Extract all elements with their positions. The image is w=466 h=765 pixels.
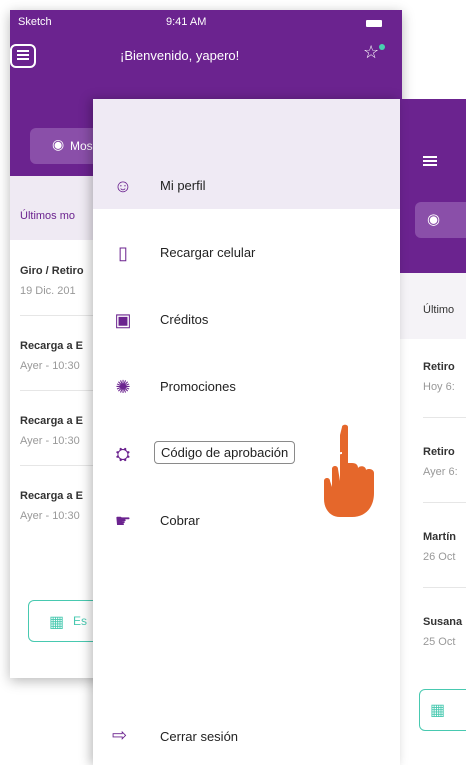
show-balance-button[interactable]: ◉ [415,202,466,238]
scan-button[interactable]: ▦ [419,689,466,731]
drawer-item-label: Recargar celular [160,245,256,260]
drawer-item-label: Código de aprobación [154,441,296,464]
qr-icon: ▦ [430,702,446,719]
status-time: 9:41 AM [166,16,207,28]
pointer-hand-icon [324,424,374,517]
drawer-item-credits[interactable]: ▣ Créditos [93,301,400,341]
drawer-item-label: Promociones [160,379,236,394]
transaction-date: 26 Oct [423,551,456,563]
transaction-title[interactable]: Susana [423,616,462,628]
drawer-item-label: Créditos [160,312,209,327]
battery-icon [366,20,382,27]
drawer-item-profile[interactable]: ☺ Mi perfil [93,167,400,207]
scan-button-label: Es [73,614,88,628]
lock-icon: ⛭ [115,444,131,464]
eye-icon: ◉ [427,211,441,228]
transaction-title[interactable]: Recarga a E [20,415,83,427]
transaction-title[interactable]: Martín [423,531,456,543]
transaction-date: 25 Oct [423,636,456,648]
drawer-item-label: Cobrar [160,513,200,528]
welcome-text: ¡Bienvenido, yapero! [120,48,240,63]
transaction-date: Hoy 6: [423,381,455,393]
phone-icon: ▯ [118,243,128,263]
divider [423,587,466,588]
menu-icon[interactable] [10,44,36,68]
logout-icon: ⇨ [112,725,128,745]
charge-icon: ☛ [114,511,132,531]
drawer-item-label: Mi perfil [160,178,206,193]
logout-button[interactable]: ⇨ Cerrar sesión [93,717,400,757]
latest-label: Últimos mo [20,210,76,222]
divider [423,502,466,503]
notification-dot [379,44,385,50]
transaction-date: 19 Dic. 201 [20,285,76,297]
status-bar: Sketch 9:41 AM [10,10,402,38]
promo-icon: ✺ [115,377,131,397]
transaction-title[interactable]: Retiro [423,446,455,458]
transaction-date: Ayer 6: [423,466,458,478]
transaction-title[interactable]: Recarga a E [20,490,83,502]
drawer-item-promotions[interactable]: ✺ Promociones [93,368,400,408]
qr-icon: ▦ [49,614,65,631]
latest-label: Último [423,304,455,316]
logout-label: Cerrar sesión [160,729,239,744]
transaction-date: Ayer - 10:30 [20,510,80,522]
eye-icon: ◉ [52,136,65,152]
credits-icon: ▣ [114,310,132,330]
transaction-title[interactable]: Recarga a E [20,340,83,352]
transaction-title[interactable]: Giro / Retiro [20,265,84,277]
transaction-title[interactable]: Retiro [423,361,455,373]
show-balance-label: Mos [70,139,93,153]
divider [423,417,466,418]
menu-icon[interactable] [423,156,437,166]
transaction-date: Ayer - 10:30 [20,435,80,447]
bell-icon[interactable]: ☆ [363,42,379,63]
carrier-label: Sketch [18,16,52,28]
drawer-item-recharge[interactable]: ▯ Recargar celular [93,234,400,274]
transaction-date: Ayer - 10:30 [20,360,80,372]
user-icon: ☺ [113,176,133,196]
